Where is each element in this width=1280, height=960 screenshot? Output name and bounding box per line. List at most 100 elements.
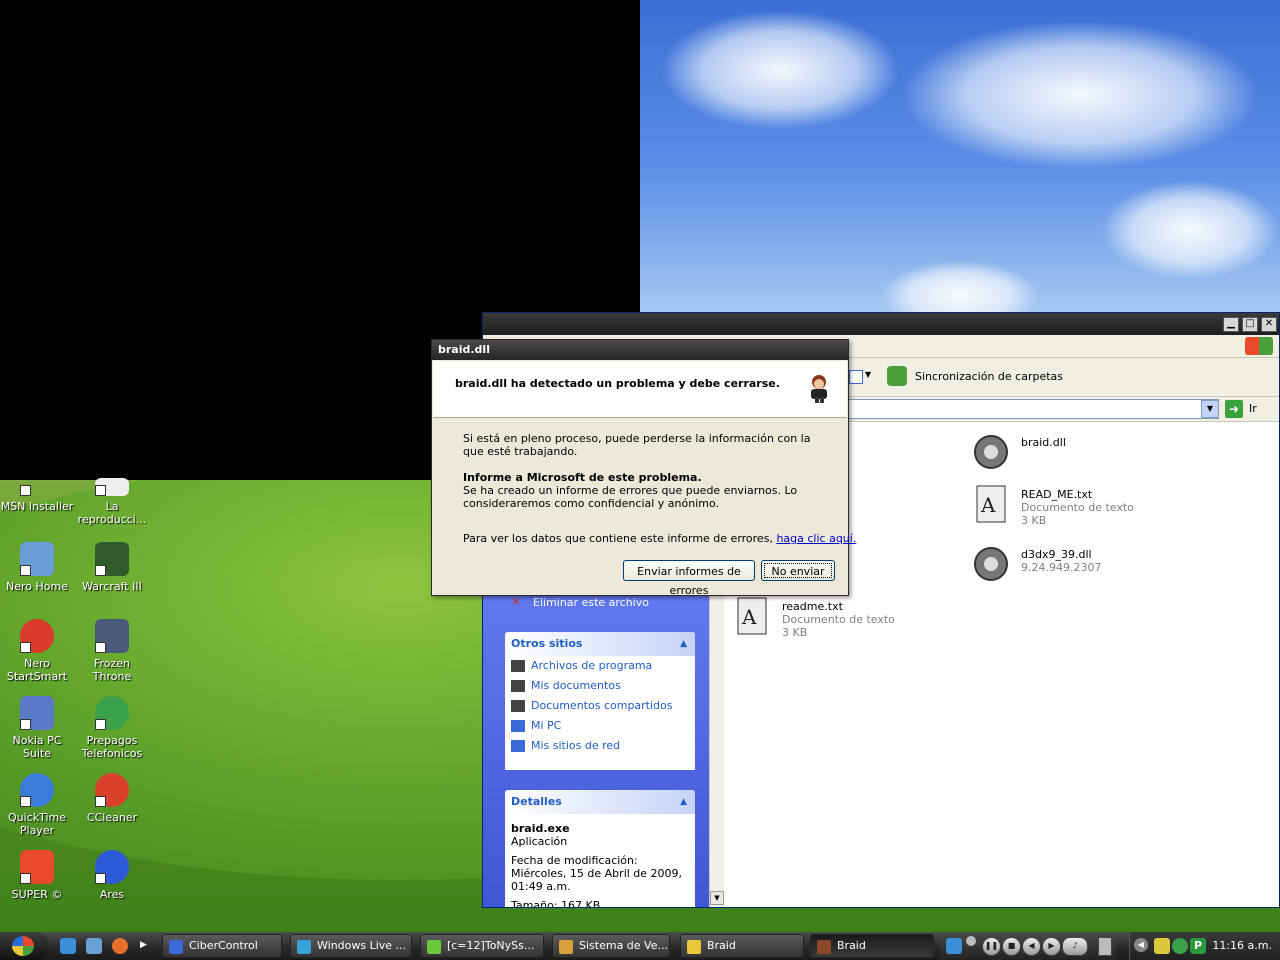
collapse-icon[interactable]: ▲ xyxy=(680,790,687,814)
taskbar: ▶ CiberControl Windows Live ... [c=12]To… xyxy=(0,932,1280,960)
taskbar-button-windows-live[interactable]: Windows Live ... xyxy=(290,934,412,958)
mute-icon[interactable]: ♪ xyxy=(1062,937,1088,956)
file-item[interactable]: d3dx9_39.dll 9.24.949.2307 xyxy=(969,542,1169,590)
file-name: d3dx9_39.dll xyxy=(1021,548,1092,561)
dialog-title-bar[interactable]: braid.dll xyxy=(432,340,848,360)
braid-app-icon xyxy=(817,940,831,954)
desktop-icon-nero-home[interactable]: Nero Home xyxy=(0,542,74,593)
dialog-report-title: Informe a Microsoft de este problema. xyxy=(463,471,702,484)
minimize-button[interactable]: ▁ xyxy=(1223,317,1239,332)
scroll-down-button[interactable]: ▼ xyxy=(710,891,724,905)
place-network-places[interactable]: Mis sitios de red xyxy=(505,736,695,756)
dont-send-button[interactable]: No enviar xyxy=(761,560,835,581)
desktop-icon-nokia-pc-suite[interactable]: Nokia PC Suite xyxy=(0,696,74,760)
warcraft-icon xyxy=(95,542,129,576)
cloud xyxy=(900,20,1260,170)
desktop-icon-ccleaner[interactable]: CCleaner xyxy=(75,773,149,824)
details-file-name: braid.exe xyxy=(511,822,570,835)
frozen-throne-icon xyxy=(95,619,129,653)
stop-icon[interactable]: ■ xyxy=(1002,937,1021,956)
desktop-icon-super[interactable]: SUPER © xyxy=(0,850,74,901)
desktop-icon-label: La reproducci... xyxy=(77,500,147,526)
details-body: braid.exe Aplicación Fecha de modificaci… xyxy=(505,814,695,907)
desktop-icon-la-reproduccion[interactable]: La reproducci... xyxy=(75,478,149,526)
taskbar-button-label: Windows Live ... xyxy=(317,939,407,952)
desktop-icon-label: Frozen Throne xyxy=(92,657,132,683)
file-item[interactable]: A READ_ME.txt Documento de texto 3 KB xyxy=(969,482,1169,530)
firefox-quicklaunch-icon[interactable] xyxy=(112,938,128,954)
desktop-icon-label: SUPER © xyxy=(11,888,63,901)
taskbar-button-braid-folder[interactable]: Braid xyxy=(680,934,804,958)
next-icon[interactable]: ▶ xyxy=(1042,937,1061,956)
sync-icon xyxy=(887,366,907,386)
desktop-icon-prepagos-telefonicos[interactable]: Prepagos Telefonicos xyxy=(75,696,149,760)
chevron-down-icon: ▼ xyxy=(865,370,872,379)
taskbar-button-cibercontrol[interactable]: CiberControl xyxy=(162,934,282,958)
msn-installer-icon xyxy=(20,478,54,496)
sistema-icon xyxy=(559,940,573,954)
taskbar-button-braid-app[interactable]: Braid xyxy=(810,934,934,958)
file-item[interactable]: A readme.txt Documento de texto 3 KB xyxy=(730,594,930,642)
p-app-tray-icon[interactable]: P xyxy=(1190,938,1206,954)
folder-sync-label: Sincronización de carpetas xyxy=(915,370,1064,383)
other-places-title: Otros sitios xyxy=(511,637,583,650)
taskbar-clock[interactable]: 11:16 a.m. xyxy=(1212,939,1272,952)
dialog-report-text: Se ha creado un informe de errores que p… xyxy=(463,484,798,510)
taskbar-button-sistema[interactable]: Sistema de Ve... xyxy=(552,934,670,958)
dialog-view-data-link[interactable]: haga clic aquí. xyxy=(776,532,856,545)
taskbar-button-label: CiberControl xyxy=(189,939,258,952)
other-places-panel: Otros sitios ▲ Archivos de programa Mis … xyxy=(505,632,695,770)
desktop-icon-ares[interactable]: Ares xyxy=(75,850,149,901)
previous-icon[interactable]: ◀ xyxy=(1022,937,1041,956)
error-dialog: braid.dll braid.dll ha detectado un prob… xyxy=(431,339,856,597)
desktop-icon-warcraft-iii[interactable]: Warcraft III xyxy=(75,542,149,593)
dialog-warning-text: Si está en pleno proceso, puede perderse… xyxy=(463,432,811,458)
place-my-documents[interactable]: Mis documentos xyxy=(505,676,695,696)
windows-logo-icon xyxy=(1245,337,1273,355)
windows-logo-icon xyxy=(12,936,34,956)
network-tray-icon[interactable] xyxy=(1154,938,1170,954)
restore-player-icon[interactable] xyxy=(1098,937,1112,956)
media-player-icon[interactable] xyxy=(946,938,962,954)
maximize-button[interactable]: □ xyxy=(1242,317,1258,332)
file-item[interactable]: braid.dll xyxy=(969,430,1169,478)
details-modified: Fecha de modificación: Miércoles, 15 de … xyxy=(511,854,683,893)
chat-icon xyxy=(427,940,441,954)
address-dropdown-button[interactable]: ▼ xyxy=(1201,400,1219,418)
messenger-tray-icon[interactable] xyxy=(1172,938,1188,954)
desktop-icon-msn-installer[interactable]: MSN Installer xyxy=(0,478,74,513)
dialog-view-data-line: Para ver los datos que contiene este inf… xyxy=(463,532,856,545)
folder-icon xyxy=(511,660,525,672)
super-icon xyxy=(20,850,54,884)
nero-home-icon xyxy=(20,542,54,576)
close-button[interactable]: ✕ xyxy=(1261,317,1277,332)
place-shared-documents[interactable]: Documentos compartidos xyxy=(505,696,695,716)
details-header[interactable]: Detalles ▲ xyxy=(505,790,695,814)
desktop: MSN Installer La reproducci... Nero Home… xyxy=(0,0,1280,932)
dialog-view-data-text: Para ver los datos que contiene este inf… xyxy=(463,532,773,545)
details-panel: Detalles ▲ braid.exe Aplicación Fecha de… xyxy=(505,790,695,907)
taskbar-button-chat[interactable]: [c=12]ToNySs... xyxy=(420,934,544,958)
quicklaunch-expand-icon[interactable]: ▶ xyxy=(140,940,147,950)
place-program-files[interactable]: Archivos de programa xyxy=(505,656,695,676)
explorer-title-bar[interactable]: ▁ □ ✕ xyxy=(483,313,1279,335)
tray-expand-icon[interactable]: ◀ xyxy=(1134,938,1148,952)
file-name: READ_ME.txt xyxy=(1021,488,1093,501)
desktop-icon-quicktime-player[interactable]: QuickTime Player xyxy=(0,773,74,837)
pause-icon[interactable]: ❚❚ xyxy=(982,937,1001,956)
go-arrow-icon: ➜ xyxy=(1225,400,1243,418)
collapse-icon[interactable]: ▲ xyxy=(680,632,687,656)
start-button[interactable] xyxy=(0,932,48,960)
other-places-header[interactable]: Otros sitios ▲ xyxy=(505,632,695,656)
file-type: Documento de texto xyxy=(1021,501,1134,514)
desktop-icon-nero-startsmart[interactable]: Nero StartSmart xyxy=(0,619,74,683)
desktop-quicklaunch-icon[interactable] xyxy=(86,938,102,954)
desktop-icon-frozen-throne[interactable]: Frozen Throne xyxy=(75,619,149,683)
place-my-computer[interactable]: Mi PC xyxy=(505,716,695,736)
volume-slider[interactable] xyxy=(966,936,976,946)
folder-icon xyxy=(511,680,525,692)
app-character-icon xyxy=(805,373,833,403)
send-error-report-button[interactable]: Enviar informes de errores xyxy=(623,560,755,597)
views-button[interactable]: ▼ xyxy=(849,368,873,386)
messenger-quicklaunch-icon[interactable] xyxy=(60,938,76,954)
